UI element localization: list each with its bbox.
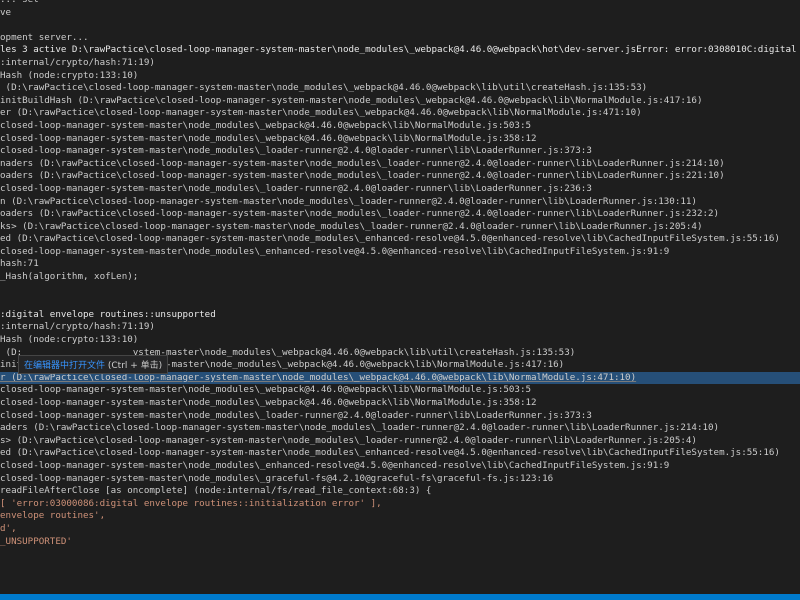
terminal-line: _Hash(algorithm, xofLen); [0, 271, 139, 283]
terminal-line[interactable]: les 3 active D:\rawPactice\closed-loop-m… [0, 44, 800, 57]
terminal-line[interactable]: closed-loop-manager-system-master\node_m… [0, 183, 800, 196]
open-file-tooltip: 在编辑器中打开文件 (Ctrl + 单击) [18, 355, 169, 374]
terminal-line[interactable]: closed-loop-manager-system-master\node_m… [0, 133, 800, 146]
terminal-line[interactable]: closed-loop-manager-system-master\node_m… [0, 145, 800, 158]
terminal-line: Hash (node:crypto:133:10) [0, 334, 139, 346]
terminal-line: opment server... [0, 31, 89, 43]
terminal-line[interactable]: closed-loop-manager-system-master\node_m… [0, 246, 800, 259]
terminal-line[interactable]: initBuildHash (D:\rawPactice\closed-loop… [0, 95, 800, 108]
terminal-line[interactable]: closed-loop-manager-system-master\node_m… [0, 384, 800, 397]
tooltip-shortcut-label: (Ctrl + 单击) [107, 361, 163, 371]
terminal-line[interactable]: (D:\rawPactice\closed-loop-manager-syste… [0, 82, 800, 95]
terminal-line[interactable]: ed (D:\rawPactice\closed-loop-manager-sy… [0, 447, 800, 460]
terminal-line: readFileAfterClose [as oncomplete] (node… [0, 485, 432, 497]
terminal-line[interactable]: oaders (D:\rawPactice\closed-loop-manage… [0, 170, 800, 183]
status-bar [0, 594, 800, 600]
terminal-line: _UNSUPPORTED' [0, 535, 72, 547]
terminal-line: :digital envelope routines::unsupported [0, 308, 216, 320]
terminal-line[interactable]: naders (D:\rawPactice\closed-loop-manage… [0, 158, 800, 171]
terminal-line[interactable]: aders (D:\rawPactice\closed-loop-manager… [0, 422, 800, 435]
terminal-line: d', [0, 522, 17, 534]
terminal-line: ... set [0, 0, 800, 7]
terminal-line: hash:71 [0, 258, 39, 270]
terminal-line[interactable]: er (D:\rawPactice\closed-loop-manager-sy… [0, 107, 800, 120]
terminal-line[interactable]: closed-loop-manager-system-master\node_m… [0, 120, 800, 133]
terminal-line: [ 'error:03000086:digital envelope routi… [0, 497, 382, 509]
terminal-output: ... setve opment server...les 3 active D:… [0, 0, 800, 548]
terminal-line[interactable]: s> (D:\rawPactice\closed-loop-manager-sy… [0, 435, 800, 448]
terminal-line[interactable]: closed-loop-manager-system-master\node_m… [0, 460, 800, 473]
terminal-line[interactable]: ks> (D:\rawPactice\closed-loop-manager-s… [0, 221, 800, 234]
terminal-line: Hash (node:crypto:133:10) [0, 69, 139, 81]
terminal-line: ve [0, 6, 12, 18]
terminal-line: :internal/crypto/hash:71:19) [0, 56, 155, 68]
terminal-line[interactable]: closed-loop-manager-system-master\node_m… [0, 410, 800, 423]
terminal-line[interactable]: closed-loop-manager-system-master\node_m… [0, 397, 800, 410]
terminal-panel[interactable]: ... setve opment server...les 3 active D:… [0, 0, 800, 594]
terminal-line: envelope routines', [0, 510, 106, 522]
terminal-line[interactable]: closed-loop-manager-system-master\node_m… [0, 473, 800, 486]
terminal-line[interactable]: oaders (D:\rawPactice\closed-loop-manage… [0, 208, 800, 221]
terminal-line[interactable]: ed (D:\rawPactice\closed-loop-manager-sy… [0, 233, 800, 246]
terminal-line: :internal/crypto/hash:71:19) [0, 321, 155, 333]
terminal-line[interactable]: n (D:\rawPactice\closed-loop-manager-sys… [0, 196, 800, 209]
tooltip-open-file-label[interactable]: 在编辑器中打开文件 [24, 361, 105, 371]
